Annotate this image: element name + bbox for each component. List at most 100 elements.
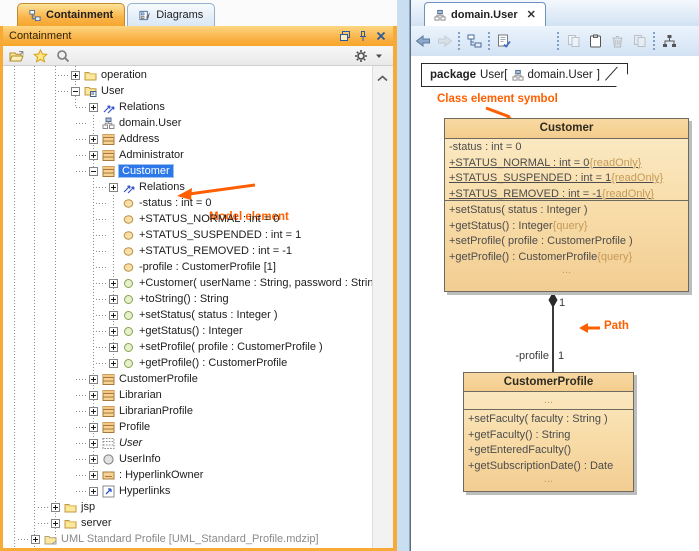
tree-row[interactable]: Customer <box>3 163 373 179</box>
tree-row[interactable]: User <box>3 435 373 451</box>
expand-icon[interactable] <box>109 311 118 320</box>
open-project-icon[interactable] <box>9 48 25 63</box>
class-member[interactable]: +getStatus() : Integer{query} <box>445 219 688 235</box>
tree-row[interactable]: +setStatus( status : Integer ) <box>3 307 373 323</box>
related-elements-icon[interactable] <box>660 32 679 51</box>
tree-item-label[interactable]: : HyperlinkOwner <box>119 469 203 481</box>
settings-gear-icon[interactable] <box>353 48 369 63</box>
tree-row[interactable]: Relations <box>3 99 373 115</box>
tree-row[interactable]: CustomerProfile <box>3 371 373 387</box>
tree-row[interactable]: +setProfile( profile : CustomerProfile ) <box>3 339 373 355</box>
class-member[interactable]: +STATUS_REMOVED : int = -1{readOnly} <box>445 187 688 203</box>
tree-item-label[interactable]: +toString() : String <box>139 293 229 305</box>
tree-item-label[interactable]: +getProfile() : CustomerProfile <box>139 357 287 369</box>
tree-row[interactable]: : HyperlinkOwner <box>3 467 373 483</box>
class-member[interactable]: +setProfile( profile : CustomerProfile ) <box>445 234 688 250</box>
composition-path[interactable] <box>552 306 554 372</box>
diagram-properties-icon[interactable] <box>495 32 514 51</box>
class-member[interactable]: -status : int = 0 <box>445 140 688 156</box>
expand-icon[interactable] <box>109 183 118 192</box>
expand-icon[interactable] <box>89 439 98 448</box>
expand-icon[interactable] <box>51 503 60 512</box>
tree-item-label[interactable]: Administrator <box>119 149 184 161</box>
back-icon[interactable] <box>413 32 432 51</box>
float-window-icon[interactable] <box>339 30 351 42</box>
diagram-canvas[interactable]: package User[ domain.User ] Class elemen… <box>411 56 699 551</box>
class-member[interactable]: +setStatus( status : Integer ) <box>445 203 688 219</box>
tree-row[interactable]: Relations <box>3 179 373 195</box>
expand-icon[interactable] <box>89 135 98 144</box>
expand-icon[interactable] <box>89 391 98 400</box>
class-member[interactable]: +getFaculty() : String <box>464 428 633 444</box>
tab-containment[interactable]: Containment <box>17 3 125 26</box>
panel-splitter[interactable] <box>397 0 410 551</box>
tree-row[interactable]: server <box>3 515 373 531</box>
expand-icon[interactable] <box>109 295 118 304</box>
tree-row[interactable]: LibrarianProfile <box>3 403 373 419</box>
tree-item-label[interactable]: UserInfo <box>119 453 161 465</box>
tree-row[interactable]: +getStatus() : Integer <box>3 323 373 339</box>
tree-row[interactable]: +Customer( userName : String, password :… <box>3 275 373 291</box>
tree-row[interactable]: +getProfile() : CustomerProfile <box>3 355 373 371</box>
expand-icon[interactable] <box>89 471 98 480</box>
expand-icon[interactable] <box>109 343 118 352</box>
tree-row[interactable]: -profile : CustomerProfile [1] <box>3 259 373 275</box>
tree-item-label[interactable]: +setProfile( profile : CustomerProfile ) <box>139 341 323 353</box>
class-member[interactable]: +STATUS_NORMAL : int = 0{readOnly} <box>445 156 688 172</box>
expand-icon[interactable] <box>109 279 118 288</box>
tree-row[interactable]: Profile <box>3 419 373 435</box>
tree-item-label[interactable]: LibrarianProfile <box>119 405 193 417</box>
tree-row[interactable]: -status : int = 0 <box>3 195 373 211</box>
tree-item-label[interactable]: Relations <box>119 101 165 113</box>
tree-item-label[interactable]: server <box>81 517 112 529</box>
tree-row[interactable]: +STATUS_SUSPENDED : int = 1 <box>3 227 373 243</box>
expand-icon[interactable] <box>51 519 60 528</box>
expand-icon[interactable] <box>71 71 80 80</box>
tab-diagrams[interactable]: Diagrams <box>127 3 215 26</box>
tab-domain-user[interactable]: domain.User ✕ <box>424 2 546 26</box>
tree-item-label[interactable]: Relations <box>139 181 185 193</box>
search-icon[interactable] <box>55 48 71 63</box>
scroll-up-icon[interactable] <box>377 73 388 85</box>
tree-row[interactable]: +STATUS_NORMAL : int = 0 <box>3 211 373 227</box>
tree-row[interactable]: Hyperlinks <box>3 483 373 499</box>
class-member[interactable]: +getSubscriptionDate() : Date <box>464 459 633 475</box>
tree-item-label[interactable]: +STATUS_NORMAL : int = 0 <box>139 213 279 225</box>
tree-item-label[interactable]: -status : int = 0 <box>139 197 211 209</box>
tree-item-label[interactable]: +STATUS_SUSPENDED : int = 1 <box>139 229 301 241</box>
containment-tree-icon[interactable] <box>465 32 484 51</box>
dropdown-arrow-icon[interactable] <box>371 48 387 63</box>
tree-item-label[interactable]: Librarian <box>119 389 162 401</box>
expand-icon[interactable] <box>89 375 98 384</box>
tree-item-label[interactable]: +STATUS_REMOVED : int = -1 <box>139 245 292 257</box>
uml-class-customerprofile[interactable]: CustomerProfile...+setFaculty( faculty :… <box>463 372 634 492</box>
tree-item-label[interactable]: +setStatus( status : Integer ) <box>139 309 277 321</box>
favorites-icon[interactable] <box>32 48 48 63</box>
tree-item-label[interactable]: Customer <box>119 165 173 177</box>
tab-close-icon[interactable]: ✕ <box>527 8 536 21</box>
class-name[interactable]: CustomerProfile <box>464 373 633 392</box>
tree-row[interactable]: Administrator <box>3 147 373 163</box>
expand-icon[interactable] <box>109 327 118 336</box>
tree-row[interactable]: UserInfo <box>3 451 373 467</box>
tree-row[interactable]: UML Standard Profile [UML_Standard_Profi… <box>3 531 373 547</box>
expand-icon[interactable] <box>89 407 98 416</box>
tree-item-label[interactable]: domain.User <box>119 117 181 129</box>
expand-icon[interactable] <box>109 359 118 368</box>
tree-item-label[interactable]: CustomerProfile <box>119 373 198 385</box>
tree-item-label[interactable]: User <box>101 85 124 97</box>
tree-row[interactable]: +STATUS_REMOVED : int = -1 <box>3 243 373 259</box>
tree-item-label[interactable]: UML Standard Profile [UML_Standard_Profi… <box>61 533 319 545</box>
class-member[interactable]: +getProfile() : CustomerProfile{query} <box>445 250 688 266</box>
expand-icon[interactable] <box>89 103 98 112</box>
tree-item-label[interactable]: Address <box>119 133 159 145</box>
class-member[interactable]: +getEnteredFaculty() <box>464 443 633 459</box>
pin-icon[interactable] <box>357 30 369 42</box>
collapse-icon[interactable] <box>71 87 80 96</box>
tree-row[interactable]: jsp <box>3 499 373 515</box>
class-member[interactable]: +setFaculty( faculty : String ) <box>464 412 633 428</box>
expand-icon[interactable] <box>89 487 98 496</box>
tree-item-label[interactable]: jsp <box>81 501 95 513</box>
tree-row[interactable]: operation <box>3 67 373 83</box>
close-icon[interactable] <box>375 30 387 42</box>
